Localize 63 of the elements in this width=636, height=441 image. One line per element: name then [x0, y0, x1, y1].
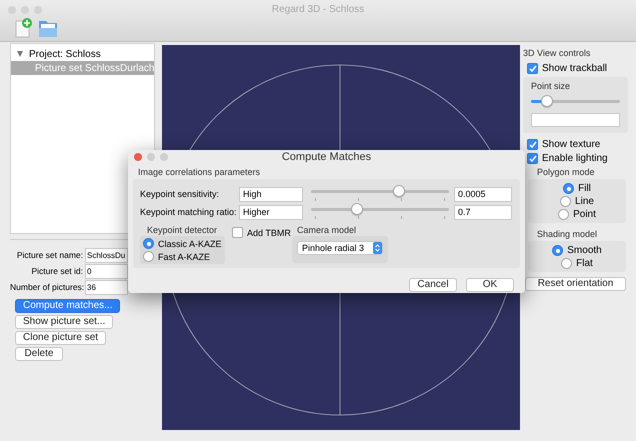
- radio-label: Point: [573, 209, 596, 220]
- window-title: Regard 3D - Schloss: [272, 4, 364, 15]
- slider-thumb[interactable]: [393, 184, 406, 196]
- zoom-icon[interactable]: [160, 153, 168, 161]
- radio-label: Classic A-KAZE: [158, 238, 222, 248]
- minimize-icon[interactable]: [147, 153, 155, 161]
- input-field[interactable]: 0: [85, 264, 128, 278]
- group-title: Point size: [531, 81, 572, 91]
- group-title: Polygon mode: [537, 167, 596, 177]
- radio-button[interactable]: [561, 258, 572, 269]
- new-document-icon[interactable]: [14, 18, 34, 38]
- action-button[interactable]: Compute matches...: [15, 299, 120, 313]
- panel-title: 3D View controls: [523, 48, 592, 58]
- checkbox-label: Show trackball: [542, 63, 608, 74]
- action-button[interactable]: Show picture set...: [15, 315, 114, 329]
- folder-icon[interactable]: [38, 19, 58, 38]
- close-icon[interactable]: [134, 153, 142, 161]
- parameter-label: Keypoint sensitivity:: [140, 189, 220, 199]
- slider-thumb[interactable]: [350, 202, 363, 214]
- action-button[interactable]: Clone picture set: [15, 331, 106, 345]
- checkbox[interactable]: [527, 139, 538, 150]
- radio-label: Flat: [576, 258, 593, 269]
- checkbox-label: Add TBMR: [247, 228, 291, 238]
- dialog-title: Compute Matches: [282, 151, 372, 163]
- tree-item[interactable]: Project: Schloss: [11, 47, 154, 61]
- input-field[interactable]: [531, 113, 620, 127]
- radio-label: Smooth: [567, 245, 602, 256]
- radio-label: Fast A-KAZE: [158, 252, 210, 262]
- group-title: Keypoint detector: [147, 225, 218, 235]
- input-field[interactable]: 0.7: [454, 204, 512, 220]
- property-label: Number of pictures:: [10, 282, 85, 292]
- property-label: Picture set name:: [16, 250, 84, 260]
- camera-model-dropdown[interactable]: Pinhole radial 3: [297, 241, 383, 255]
- parameter-label: Keypoint matching ratio:: [140, 207, 238, 217]
- disclosure-icon[interactable]: [17, 51, 23, 57]
- checkbox-label: Enable lighting: [542, 153, 608, 164]
- radio-button[interactable]: [563, 183, 574, 194]
- radio-button[interactable]: [143, 238, 154, 249]
- checkbox[interactable]: [232, 227, 243, 238]
- stepper-icon: [373, 242, 382, 254]
- radio-button[interactable]: [558, 209, 570, 220]
- radio-label: Line: [575, 196, 594, 207]
- input-field[interactable]: High: [239, 186, 303, 202]
- radio-button[interactable]: [143, 251, 154, 262]
- radio-label: Fill: [578, 183, 591, 194]
- checkbox-label: Show texture: [542, 139, 600, 150]
- dialog-button[interactable]: Cancel: [409, 278, 457, 292]
- input-field[interactable]: 36: [85, 280, 128, 294]
- radio-button[interactable]: [560, 196, 572, 207]
- input-field[interactable]: SchlossDu: [85, 248, 128, 262]
- group-title: Camera model: [297, 225, 358, 235]
- radio-button[interactable]: [552, 245, 564, 256]
- dialog-button[interactable]: OK: [466, 278, 514, 292]
- slider-thumb[interactable]: [541, 95, 554, 107]
- group-title: Shading model: [537, 229, 598, 239]
- group-title: Image correlations parameters: [138, 167, 262, 177]
- input-field[interactable]: Higher: [239, 204, 303, 220]
- action-button[interactable]: Delete: [15, 347, 63, 361]
- checkbox[interactable]: [527, 153, 538, 164]
- checkbox[interactable]: [527, 63, 538, 74]
- reset-orientation-button[interactable]: Reset orientation: [525, 277, 626, 291]
- input-field[interactable]: 0.0005: [454, 186, 512, 202]
- property-label: Picture set id:: [30, 266, 84, 276]
